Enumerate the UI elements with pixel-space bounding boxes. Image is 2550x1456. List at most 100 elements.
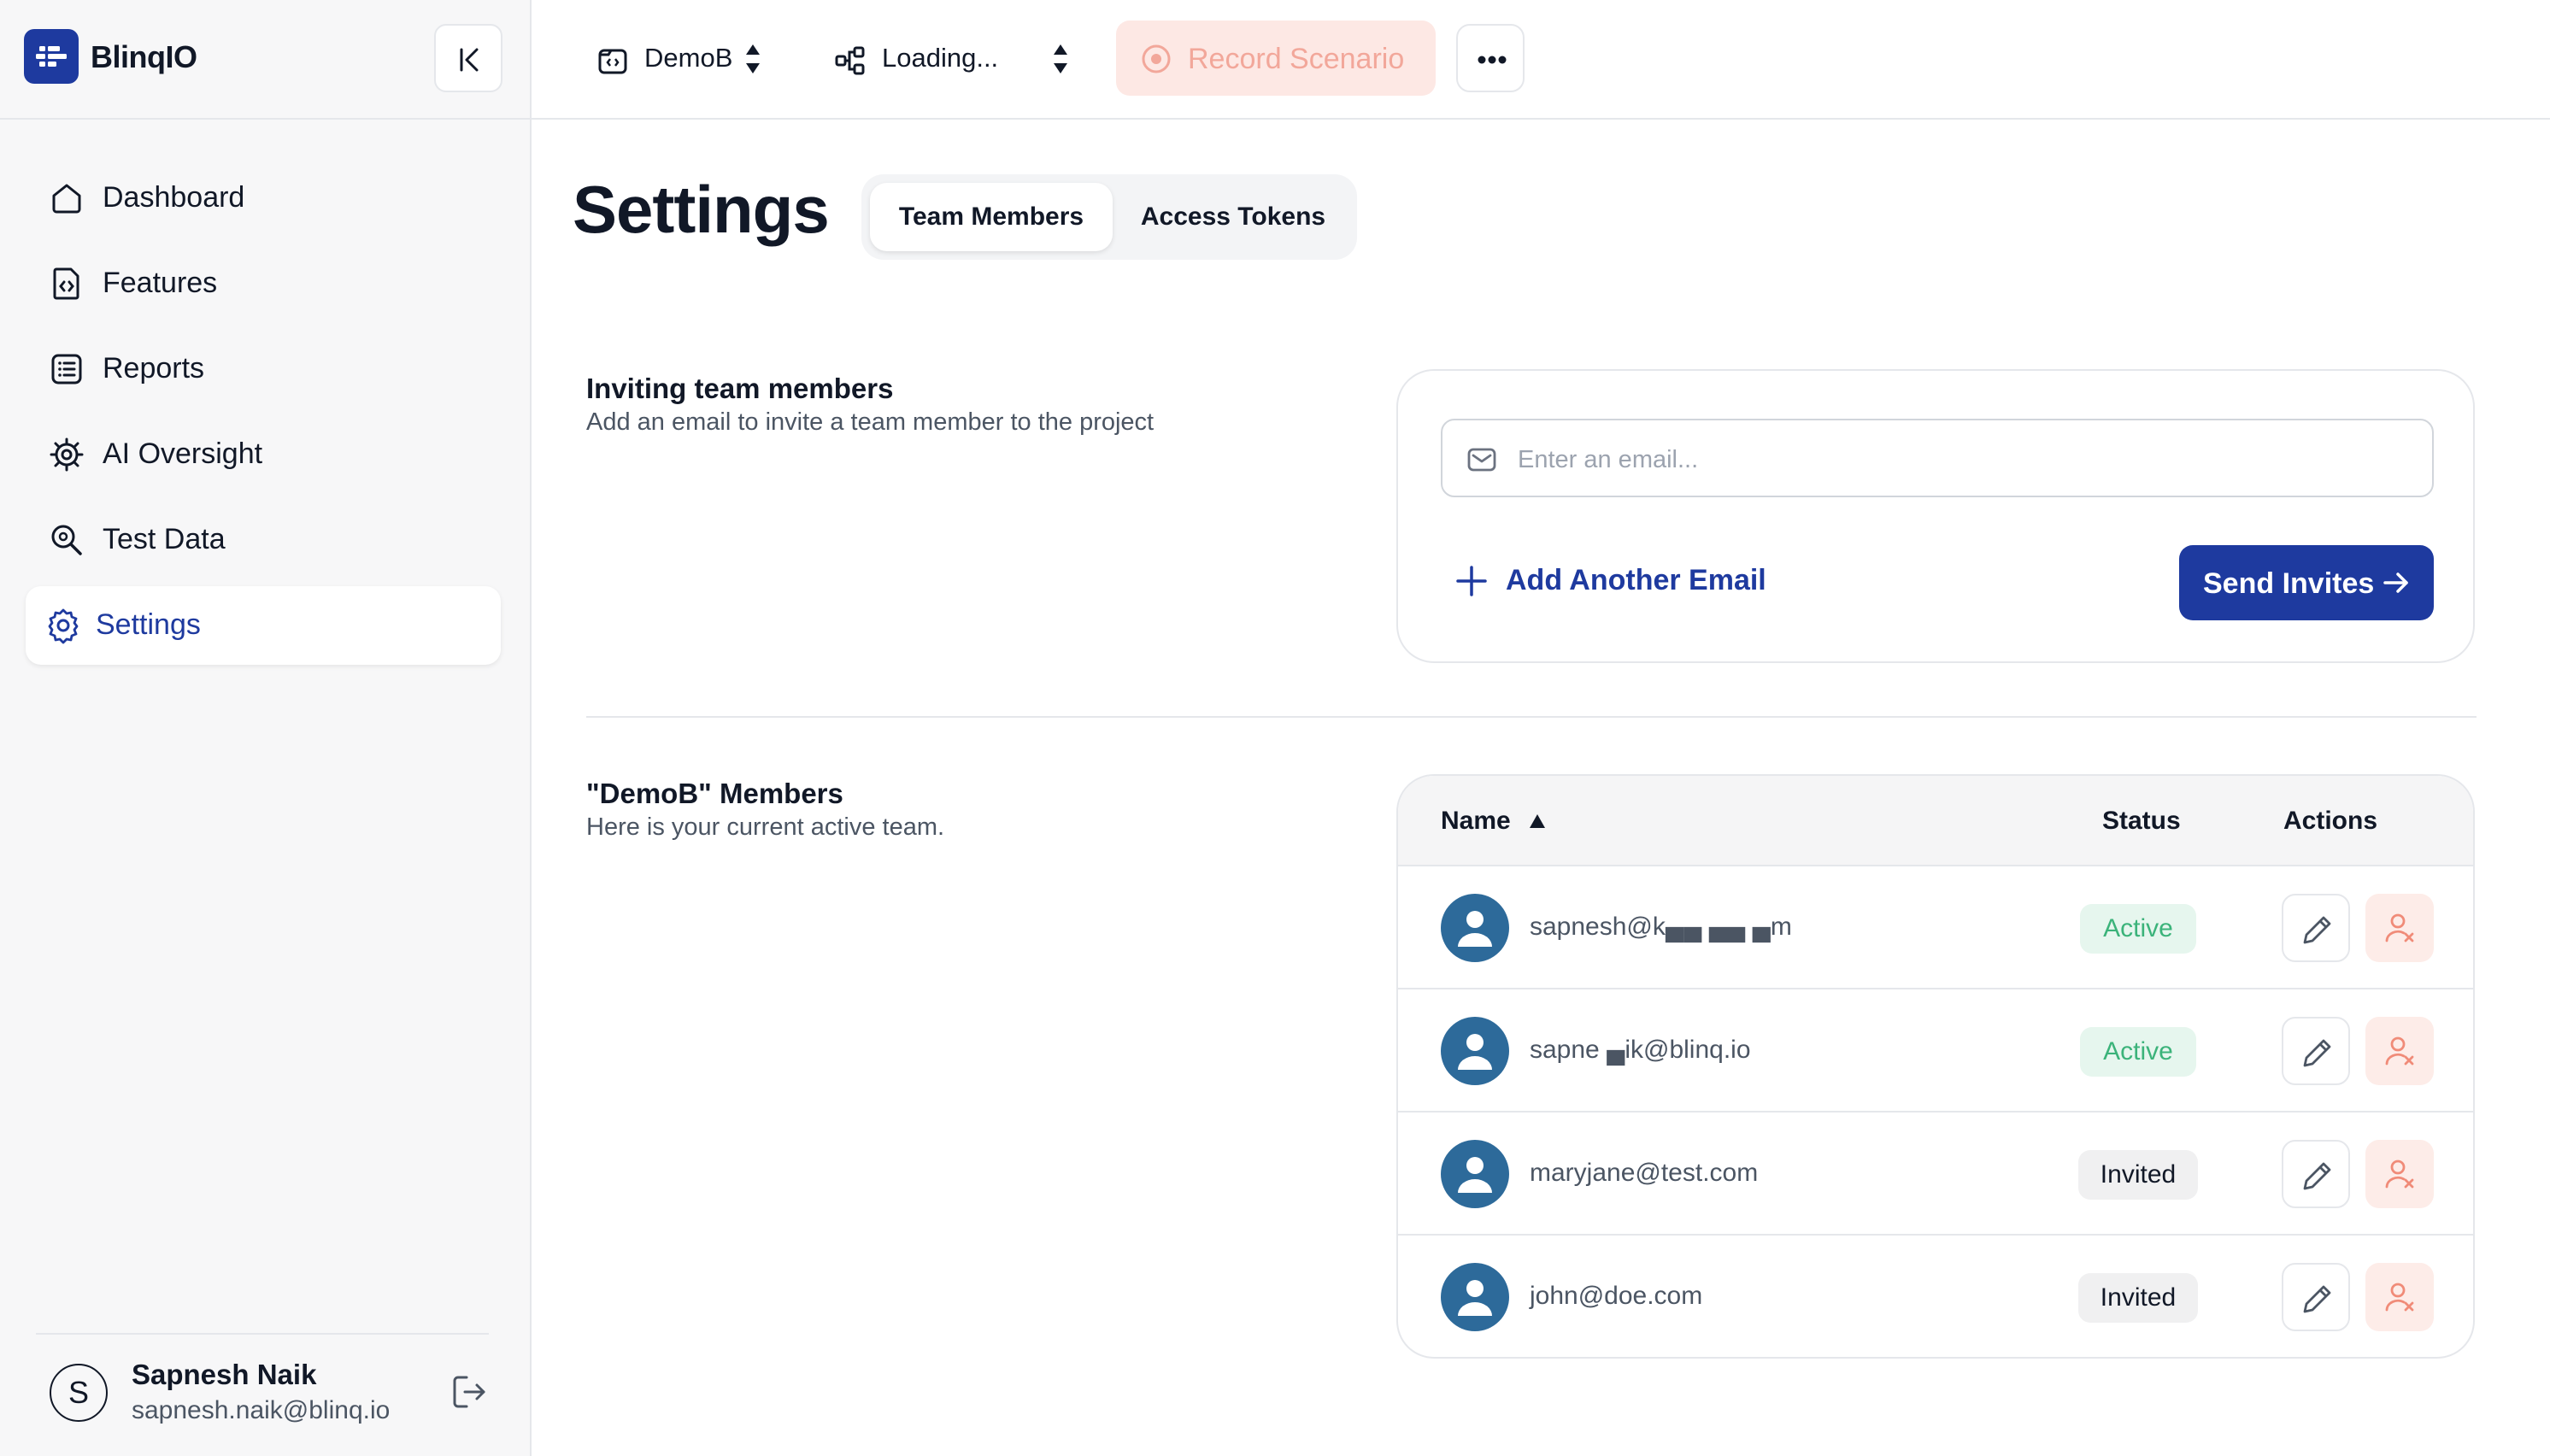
member-email: sapnesh@k▄▄ ▄▄ ▄m (1530, 913, 1792, 941)
edit-member-button[interactable] (2282, 894, 2350, 962)
table-row: sapnesh@k▄▄ ▄▄ ▄m Active (1398, 866, 2473, 989)
status-badge: Active (2080, 1027, 2196, 1077)
user-remove-icon (2385, 1283, 2414, 1312)
status-badge: Active (2080, 904, 2196, 954)
arrow-right-icon (2383, 572, 2408, 593)
sort-updown-icon (1054, 44, 1067, 73)
gear-chip-icon (50, 437, 84, 472)
section-divider (586, 716, 2477, 718)
mail-icon (1467, 448, 1496, 472)
plus-icon (1456, 566, 1487, 596)
user-email: sapnesh.naik@blinq.io (132, 1396, 391, 1424)
brand-header: BlinqIO (0, 0, 530, 120)
brand-logo-icon[interactable] (24, 29, 79, 84)
edit-member-button[interactable] (2282, 1017, 2350, 1085)
sidebar-item-label: Test Data (103, 523, 226, 555)
tab-team-members[interactable]: Team Members (870, 183, 1113, 251)
members-section-subtitle: Here is your current active team. (586, 813, 945, 841)
sidebar-item-label: Features (103, 267, 218, 299)
logout-icon[interactable] (449, 1372, 489, 1412)
members-table: Name Status Actions sapnesh@k▄▄ ▄▄ ▄m Ac… (1396, 774, 2475, 1359)
remove-member-button[interactable] (2365, 894, 2434, 962)
app-root: BlinqIO Dashboard Features Reports AI Ov… (0, 0, 2550, 1456)
sidebar-item-features[interactable]: Features (26, 244, 501, 323)
sidebar-item-label: AI Oversight (103, 437, 263, 470)
pencil-icon (2303, 1039, 2331, 1067)
user-avatar-icon (1441, 894, 1509, 962)
collapse-sidebar-button[interactable] (434, 24, 502, 92)
user-remove-icon (2385, 1160, 2414, 1189)
members-section-title: "DemoB" Members (586, 778, 843, 809)
home-icon (52, 184, 81, 214)
settings-tabs: Team Members Access Tokens (861, 174, 1357, 260)
send-invites-button[interactable]: Send Invites (2179, 545, 2434, 620)
invite-card: Add Another Email Send Invites (1396, 369, 2475, 663)
page-title: Settings (573, 172, 830, 247)
pencil-icon (2303, 916, 2331, 944)
remove-member-button[interactable] (2365, 1017, 2434, 1085)
record-scenario-button[interactable]: Record Scenario (1116, 21, 1436, 96)
remove-member-button[interactable] (2365, 1140, 2434, 1208)
environment-name: Loading... (882, 43, 999, 73)
user-name: Sapnesh Naik (132, 1359, 317, 1390)
member-email: sapne ▄ik@blinq.io (1530, 1036, 1751, 1064)
status-badge: Invited (2078, 1150, 2198, 1200)
member-email: maryjane@test.com (1530, 1159, 1759, 1187)
more-dots-icon (1478, 56, 1507, 64)
status-badge: Invited (2078, 1273, 2198, 1323)
user-profile: S Sapnesh Naik sapnesh.naik@blinq.io (36, 1333, 489, 1435)
sidebar-item-label: Reports (103, 352, 205, 385)
user-avatar-icon (1441, 1140, 1509, 1208)
pencil-icon (2303, 1285, 2331, 1313)
sidebar-item-dashboard[interactable]: Dashboard (26, 159, 501, 238)
settings-gear-icon (48, 608, 79, 644)
user-avatar-icon (1441, 1263, 1509, 1331)
user-remove-icon (2385, 1036, 2414, 1066)
sort-updown-icon (746, 44, 760, 73)
sidebar-item-label: Settings (96, 608, 201, 641)
add-another-email-label: Add Another Email (1506, 564, 1766, 596)
table-header: Name Status Actions (1398, 776, 2473, 866)
top-bar: DemoB Loading... Record Scenario (532, 0, 2550, 120)
table-row: sapne ▄ik@blinq.io Active (1398, 989, 2473, 1113)
table-row: maryjane@test.com Invited (1398, 1113, 2473, 1236)
record-scenario-label: Record Scenario (1188, 43, 1405, 75)
project-icon (598, 49, 627, 74)
pencil-icon (2303, 1162, 2331, 1190)
column-header-status: Status (2102, 807, 2181, 835)
sidebar-item-test-data[interactable]: Test Data (26, 501, 501, 579)
list-report-icon (51, 354, 82, 385)
table-row: john@doe.com Invited (1398, 1236, 2473, 1357)
collapse-left-icon (460, 48, 479, 72)
avatar[interactable]: S (50, 1364, 108, 1422)
email-input[interactable] (1518, 436, 2406, 484)
sidebar-item-reports[interactable]: Reports (26, 330, 501, 408)
column-header-name[interactable]: Name (1441, 807, 1511, 836)
invite-section-subtitle: Add an email to invite a team member to … (586, 408, 1155, 436)
column-header-actions: Actions (2283, 807, 2378, 835)
send-invites-label: Send Invites (2203, 567, 2375, 600)
invite-section-title: Inviting team members (586, 373, 894, 404)
tab-access-tokens[interactable]: Access Tokens (1118, 183, 1348, 251)
workflow-icon (835, 46, 865, 75)
remove-member-button[interactable] (2365, 1263, 2434, 1331)
user-remove-icon (2385, 913, 2414, 942)
email-field[interactable] (1441, 419, 2434, 497)
brand-name: BlinqIO (91, 39, 197, 74)
edit-member-button[interactable] (2282, 1263, 2350, 1331)
sort-ascending-icon[interactable] (1528, 812, 1547, 831)
member-email: john@doe.com (1530, 1282, 1703, 1310)
search-data-icon (51, 525, 82, 555)
edit-member-button[interactable] (2282, 1140, 2350, 1208)
sidebar-item-settings[interactable]: Settings (26, 586, 501, 665)
environment-selector[interactable]: Loading... (834, 34, 1073, 82)
more-options-button[interactable] (1456, 24, 1525, 92)
user-avatar-icon (1441, 1017, 1509, 1085)
sidebar-item-ai-oversight[interactable]: AI Oversight (26, 415, 501, 494)
sidebar: BlinqIO Dashboard Features Reports AI Ov… (0, 0, 532, 1456)
sidebar-item-label: Dashboard (103, 181, 245, 214)
record-icon (1142, 44, 1171, 73)
project-selector[interactable]: DemoB (596, 34, 767, 82)
project-name: DemoB (644, 43, 733, 73)
file-code-icon (53, 267, 79, 300)
